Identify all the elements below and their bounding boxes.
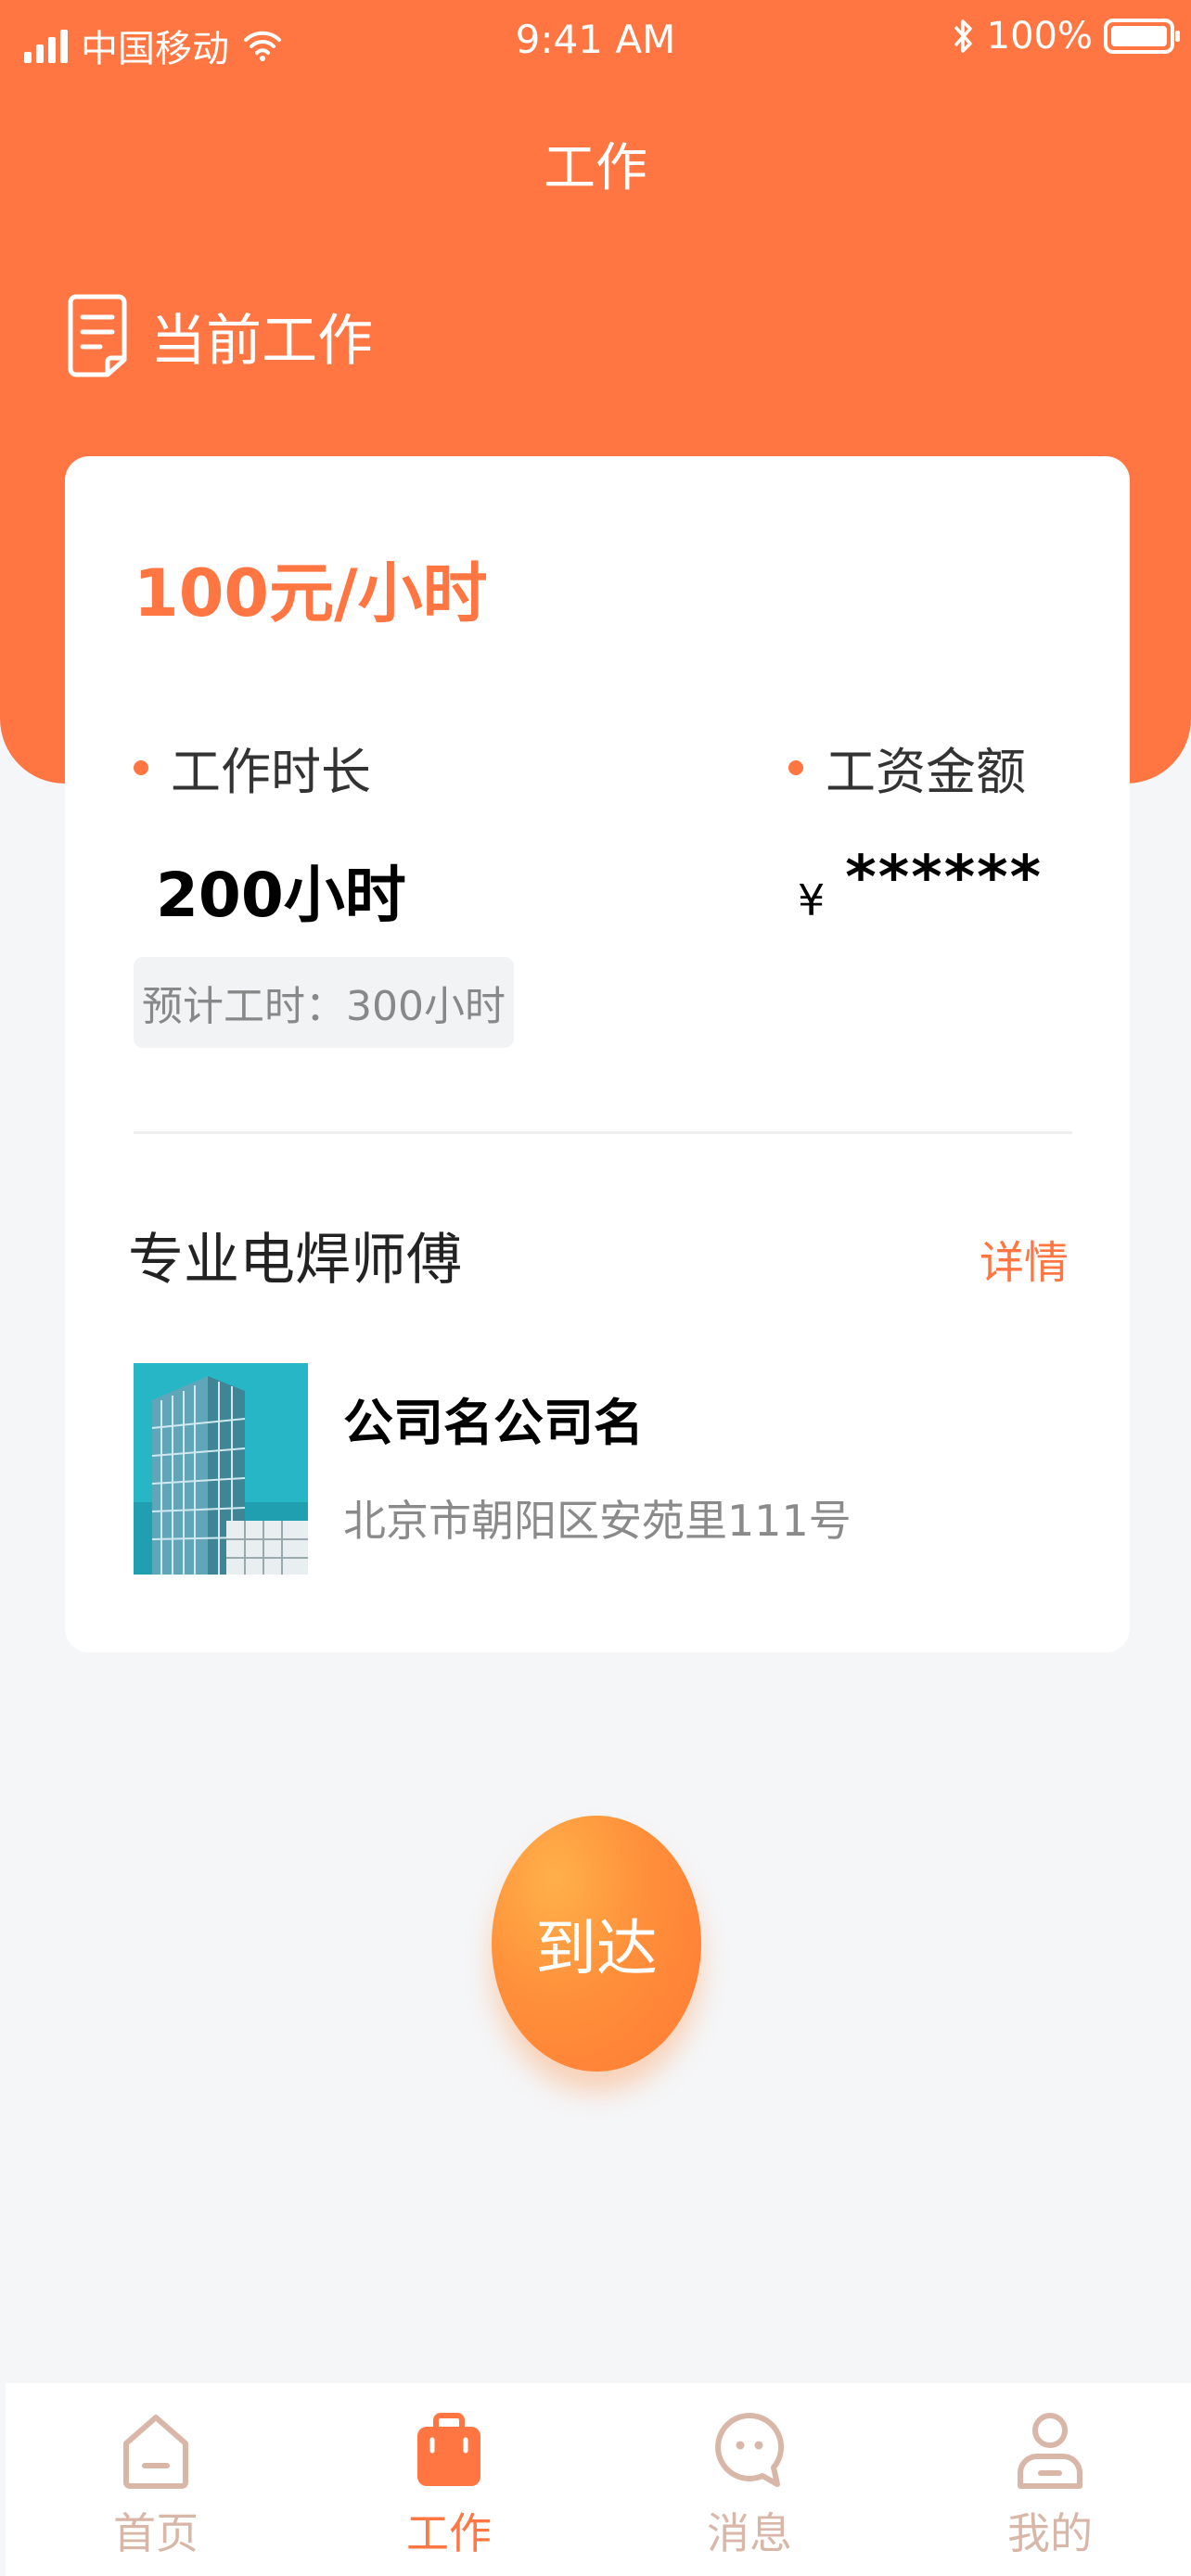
document-icon — [67, 293, 128, 378]
tab-label: 消息 — [707, 2508, 792, 2558]
tab-profile[interactable]: 我的 — [957, 2383, 1143, 2576]
tab-bar: 首页 工作 消息 我的 — [6, 2383, 1191, 2576]
work-hours-value: 200小时 — [156, 860, 406, 931]
estimated-hours-badge: 预计工时：300小时 — [134, 957, 514, 1048]
section-title: 当前工作 — [67, 293, 373, 378]
tab-label: 工作 — [406, 2508, 492, 2558]
company-name: 公司名公司名 — [343, 1394, 644, 1452]
bullet-dot — [134, 759, 148, 775]
battery-percent: 100% — [986, 15, 1093, 57]
company-address: 北京市朝阳区安苑里111号 — [343, 1496, 852, 1546]
hourly-rate: 100元/小时 — [134, 555, 488, 631]
status-bar: 中国移动 9:41 AM 100% — [0, 0, 1191, 78]
tab-work[interactable]: 工作 — [356, 2383, 542, 2576]
tab-messages[interactable]: 消息 — [657, 2383, 842, 2576]
arrive-button[interactable]: 到达 — [492, 1816, 701, 2072]
page-title: 工作 — [544, 138, 647, 198]
bullet-dot — [788, 759, 803, 775]
salary-value: ¥ ****** — [798, 844, 1043, 925]
battery-icon — [1104, 19, 1180, 54]
status-right: 100% — [952, 15, 1180, 57]
divider — [134, 1131, 1072, 1134]
work-hours-label: 工作时长 — [134, 731, 371, 804]
tab-label: 首页 — [113, 2508, 198, 2558]
currency-symbol: ¥ — [798, 875, 826, 925]
message-icon — [712, 2402, 787, 2500]
company-image — [134, 1363, 308, 1575]
briefcase-icon — [414, 2402, 484, 2500]
work-hours-label-text: 工作时长 — [171, 743, 371, 801]
salary-masked: ****** — [845, 844, 1044, 912]
salary-label-text: 工资金额 — [826, 743, 1026, 801]
section-title-label: 当前工作 — [150, 308, 373, 374]
job-title: 专业电焊师傅 — [128, 1228, 462, 1293]
current-job-card: 100元/小时 工作时长 工资金额 200小时 ¥ ****** 预计工时：30… — [65, 456, 1130, 1652]
tab-home[interactable]: 首页 — [63, 2383, 249, 2576]
salary-label: 工资金额 — [788, 731, 1026, 804]
profile-icon — [1015, 2402, 1085, 2500]
details-link[interactable]: 详情 — [980, 1226, 1069, 1291]
tab-label: 我的 — [1007, 2508, 1093, 2558]
bluetooth-icon — [954, 19, 972, 53]
home-icon — [121, 2402, 191, 2500]
